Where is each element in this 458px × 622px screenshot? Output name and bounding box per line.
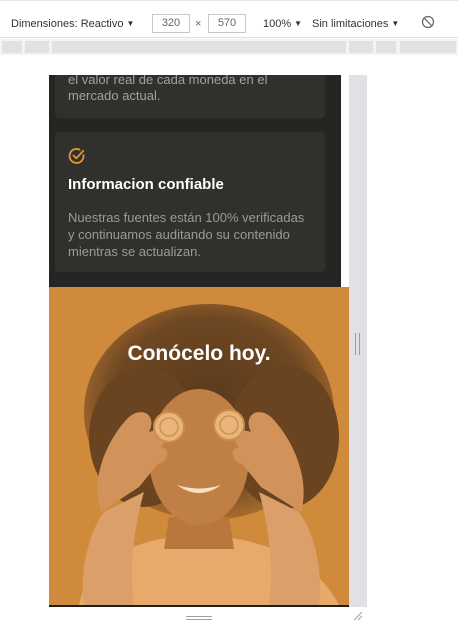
width-input[interactable]: 320 — [152, 14, 190, 33]
divider — [49, 605, 349, 607]
resize-corner-icon[interactable] — [353, 611, 363, 621]
card-description: el valor real de cada moneda en el merca… — [68, 75, 268, 103]
zoom-dropdown[interactable]: 100% ▼ — [263, 16, 302, 32]
feature-card-previous: el valor real de cada moneda en el merca… — [55, 75, 325, 118]
media-query-segment[interactable] — [349, 41, 373, 53]
media-query-segment[interactable] — [25, 41, 49, 53]
resize-handle-right[interactable] — [355, 333, 360, 355]
media-query-segment[interactable] — [52, 41, 346, 53]
hero-banner: Conócelo hoy. — [49, 287, 349, 605]
chevron-down-icon: ▼ — [126, 19, 135, 28]
chevron-down-icon: ▼ — [391, 19, 400, 28]
media-query-segment[interactable] — [400, 41, 456, 53]
device-toolbar: Dimensiones: Reactivo ▼ 320 × 570 100% ▼ S… — [0, 0, 458, 38]
media-query-bar — [0, 39, 458, 55]
hero-image — [49, 287, 349, 605]
viewport-edge — [341, 75, 349, 287]
chevron-down-icon: ▼ — [294, 19, 303, 28]
check-circle-icon — [68, 148, 85, 164]
rotate-icon[interactable] — [421, 15, 435, 29]
feature-card: Informacion confiable Nuestras fuentes e… — [55, 132, 325, 272]
card-description: Nuestras fuentes están 100% verificadas … — [68, 210, 305, 259]
viewport-area: el valor real de cada moneda en el merca… — [0, 55, 458, 622]
zoom-label: 100% — [263, 18, 292, 30]
media-query-segment[interactable] — [2, 41, 22, 53]
hero-title: Conócelo hoy. — [127, 342, 271, 365]
resize-handle-bottom[interactable] — [186, 616, 212, 620]
dimensions-label: Dimensiones: Reactivo — [11, 18, 124, 30]
media-query-segment[interactable] — [376, 41, 396, 53]
dimensions-dropdown[interactable]: Dimensiones: Reactivo ▼ — [11, 16, 134, 32]
height-input[interactable]: 570 — [208, 14, 246, 33]
times-symbol: × — [195, 18, 202, 30]
device-viewport: el valor real de cada moneda en el merca… — [49, 75, 349, 607]
card-title: Informacion confiable — [68, 176, 224, 193]
throttle-dropdown[interactable]: Sin limitaciones ▼ — [312, 16, 399, 32]
throttle-label: Sin limitaciones — [312, 18, 389, 30]
